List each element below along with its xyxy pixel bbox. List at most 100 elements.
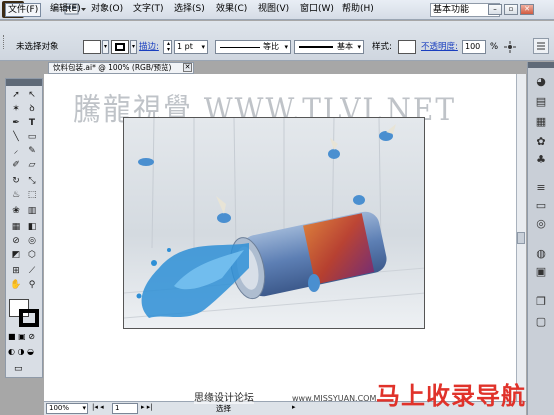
slice-icon[interactable]: ⟋ xyxy=(25,265,39,277)
zoom-value: 100% xyxy=(49,404,70,412)
hand-icon[interactable]: ✋ xyxy=(9,279,23,291)
close-button[interactable]: ✕ xyxy=(520,4,534,15)
appearance-icon[interactable]: ◍ xyxy=(532,246,550,262)
warp-icon[interactable]: ♨ xyxy=(9,189,23,201)
live-paint-select-icon[interactable]: ⬡ xyxy=(25,249,39,261)
panel-menu-icon[interactable] xyxy=(533,38,549,54)
zoom-field[interactable]: 100% ▾ xyxy=(46,403,88,414)
gradient-panel-icon[interactable]: ▭ xyxy=(532,198,550,214)
brush-label: 基本 xyxy=(337,42,353,51)
rotate-icon[interactable]: ↻ xyxy=(9,175,23,187)
selection-state-label: 未选择对象 xyxy=(16,42,59,52)
menu-view[interactable]: 视图(V) xyxy=(256,3,291,17)
profile-label: 等比 xyxy=(263,42,279,51)
gradient-icon[interactable]: ◧ xyxy=(25,221,39,233)
menu-effect[interactable]: 效果(C) xyxy=(214,3,249,17)
stroke-dropdown[interactable]: ▾ xyxy=(130,40,137,54)
selection-icon[interactable]: ➚ xyxy=(9,89,23,101)
site-name-overlay: 思缘设计论坛 xyxy=(194,389,254,404)
magic-wand-icon[interactable]: ✶ xyxy=(9,103,23,115)
minimize-button[interactable]: – xyxy=(488,4,502,15)
blob-brush-icon[interactable]: ✐ xyxy=(9,159,23,171)
variable-width-profile[interactable]: 等比 ▾ xyxy=(215,40,291,54)
screen-mode-icon[interactable]: ▭ xyxy=(14,364,34,374)
first-artboard-icon[interactable]: |◂ ◂ xyxy=(92,403,104,411)
workspace-label: 基本功能 xyxy=(433,5,470,15)
eraser-icon[interactable]: ▱ xyxy=(25,159,39,171)
eyedropper-icon[interactable]: ⊘ xyxy=(9,235,23,247)
paintbrush-icon[interactable]: ⸝ xyxy=(9,145,23,157)
stroke-color-box[interactable] xyxy=(19,309,39,327)
rectangle-icon[interactable]: ▭ xyxy=(25,131,39,143)
symbol-sprayer-icon[interactable]: ❀ xyxy=(9,205,23,217)
current-tool-label: 选择 xyxy=(216,404,231,413)
color-panel-icon[interactable]: ◕ xyxy=(532,74,550,90)
panel-grip[interactable] xyxy=(3,35,6,49)
artboard-field[interactable]: 1 xyxy=(112,403,138,414)
artboard-icon[interactable]: ⊞ xyxy=(9,265,23,277)
stroke-weight-field[interactable]: 1 pt ▾ xyxy=(174,40,208,54)
status-nav-icon[interactable]: ▸ xyxy=(292,403,296,411)
zoom-icon[interactable]: ⚲ xyxy=(25,279,39,291)
restore-button[interactable]: ▫ xyxy=(504,4,518,15)
chevron-down-icon: ▾ xyxy=(82,404,86,412)
next-artboard-icon[interactable]: ▸ ▸| xyxy=(141,403,153,411)
menu-edit[interactable]: 编辑(E) xyxy=(48,3,83,17)
line-icon[interactable]: ╲ xyxy=(9,131,23,143)
symbols-icon[interactable]: ♣ xyxy=(532,152,550,168)
scale-icon[interactable]: ⤡ xyxy=(25,175,39,187)
brand-overlay: 马上收录导航 xyxy=(376,382,526,410)
graphic-style-swatch[interactable] xyxy=(398,40,416,54)
chevron-down-icon: ▾ xyxy=(357,43,361,51)
menu-window[interactable]: 窗口(W) xyxy=(298,3,336,17)
menu-object[interactable]: 对象(O) xyxy=(89,3,125,17)
pen-icon[interactable]: ✒ xyxy=(9,117,23,129)
swatches-icon[interactable]: ▦ xyxy=(532,114,550,130)
layers-icon[interactable]: ❐ xyxy=(532,294,550,310)
document-tab[interactable]: 饮料包装.ai* @ 100% (RGB/预览) xyxy=(48,62,194,74)
transparency-icon[interactable]: ◎ xyxy=(532,216,550,232)
draw-mode-icons[interactable]: ◐ ◑ ◒ xyxy=(8,347,42,359)
lasso-icon[interactable]: ꝺ xyxy=(25,103,39,115)
menu-bar: Ai Br 文件(F) 编辑(E) 对象(O) 文字(T) 选择(S) 效果(C… xyxy=(0,0,554,20)
control-panel: 未选择对象 ▾ ▾ 描边: ▴ ▾ 1 pt ▾ 等比 ▾ 基本 ▾ 样式: 不透明度:… xyxy=(0,21,554,61)
color-guide-icon[interactable]: ▤ xyxy=(532,94,550,110)
artboards-icon[interactable]: ▢ xyxy=(532,314,550,330)
blend-icon[interactable]: ◎ xyxy=(25,235,39,247)
opacity-unit: % xyxy=(490,42,499,52)
opacity-link[interactable]: 不透明度: xyxy=(421,41,458,53)
graphic-styles-icon[interactable]: ▣ xyxy=(532,264,550,280)
stroke-panel-icon[interactable]: ≡ xyxy=(532,180,550,196)
artboard-number: 1 xyxy=(115,404,120,412)
tools-panel-header[interactable] xyxy=(6,79,42,86)
menu-type[interactable]: 文字(T) xyxy=(131,3,166,17)
style-label: 样式: xyxy=(372,42,392,52)
stroke-swatch[interactable] xyxy=(111,40,129,54)
scrollbar-thumb[interactable] xyxy=(517,232,525,244)
stroke-link[interactable]: 描边: xyxy=(139,41,159,53)
recolor-artwork-icon[interactable] xyxy=(504,40,516,54)
tools-panel: ➚ ↖ ✶ ꝺ ✒ T ╲ ▭ ⸝ ✎ ✐ ▱ ↻ ⤡ ♨ ⬚ ❀ ▥ ▦ ◧ … xyxy=(5,78,43,378)
type-icon[interactable]: T xyxy=(25,117,39,129)
brushes-icon[interactable]: ✿ xyxy=(532,134,550,150)
menu-file[interactable]: 文件(F) xyxy=(5,3,42,17)
artboard-image xyxy=(123,117,425,329)
live-paint-icon[interactable]: ◩ xyxy=(9,249,23,261)
site-url-overlay: www.MISSYUAN.COM xyxy=(292,394,377,403)
direct-selection-icon[interactable]: ↖ xyxy=(25,89,39,101)
menu-help[interactable]: 帮助(H) xyxy=(340,3,376,17)
stroke-weight-value: 1 pt xyxy=(177,42,193,51)
fill-swatch[interactable] xyxy=(83,40,101,54)
fill-dropdown[interactable]: ▾ xyxy=(102,40,109,54)
brush-definition[interactable]: 基本 ▾ xyxy=(294,40,364,54)
color-mode-icons[interactable]: ■ ▣ ⊘ xyxy=(8,332,42,342)
menu-select[interactable]: 选择(S) xyxy=(172,3,207,17)
opacity-field[interactable]: 100 xyxy=(462,40,486,54)
stroke-stepper[interactable]: ▴ ▾ xyxy=(163,40,172,54)
dock-header[interactable] xyxy=(528,62,554,68)
free-transform-icon[interactable]: ⬚ xyxy=(25,189,39,201)
close-icon[interactable]: ✕ xyxy=(183,63,192,72)
column-graph-icon[interactable]: ▥ xyxy=(25,205,39,217)
pencil-icon[interactable]: ✎ xyxy=(25,145,39,157)
mesh-icon[interactable]: ▦ xyxy=(9,221,23,233)
